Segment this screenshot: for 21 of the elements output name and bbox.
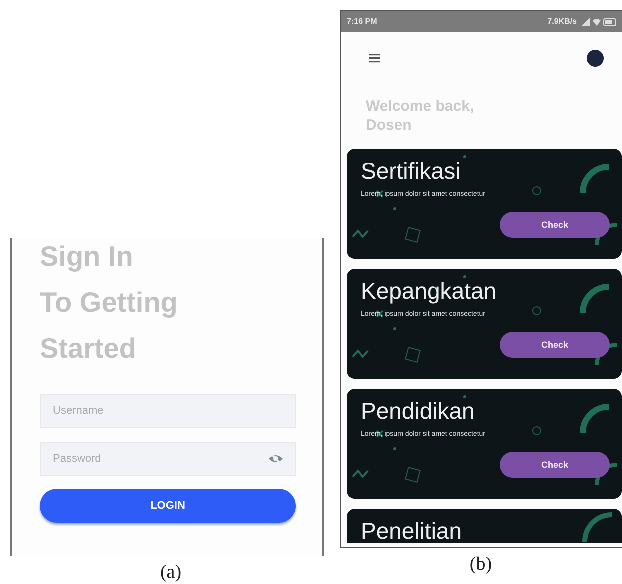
signal-wifi-battery-icon — [582, 16, 616, 26]
card-title: Penelitian — [361, 517, 462, 545]
heading-text: Sign In — [40, 240, 134, 274]
card-title: Pendidikan — [361, 397, 475, 425]
avatar-circle[interactable] — [587, 50, 604, 67]
arc-drawing — [582, 512, 612, 542]
password-field[interactable]: Password — [40, 442, 296, 476]
check-button[interactable]: Check — [500, 212, 610, 238]
heading-text: To Getting — [40, 286, 179, 320]
network-speed: 7.9KB/s — [548, 17, 577, 26]
check-button[interactable]: Check — [500, 332, 610, 358]
heading-text: Started — [40, 332, 138, 366]
status-time: 7:16 PM — [347, 17, 378, 26]
figure-caption: (a) — [160, 562, 182, 584]
figure-caption: (b) — [470, 554, 492, 576]
card-title: Sertifikasi — [361, 157, 461, 185]
card-title: Kepangkatan — [361, 277, 497, 305]
login-button[interactable]: LOGIN — [40, 489, 296, 523]
username-field[interactable]: Username — [40, 394, 296, 428]
menu-icon — [369, 54, 380, 63]
check-button[interactable]: Check — [500, 452, 610, 478]
